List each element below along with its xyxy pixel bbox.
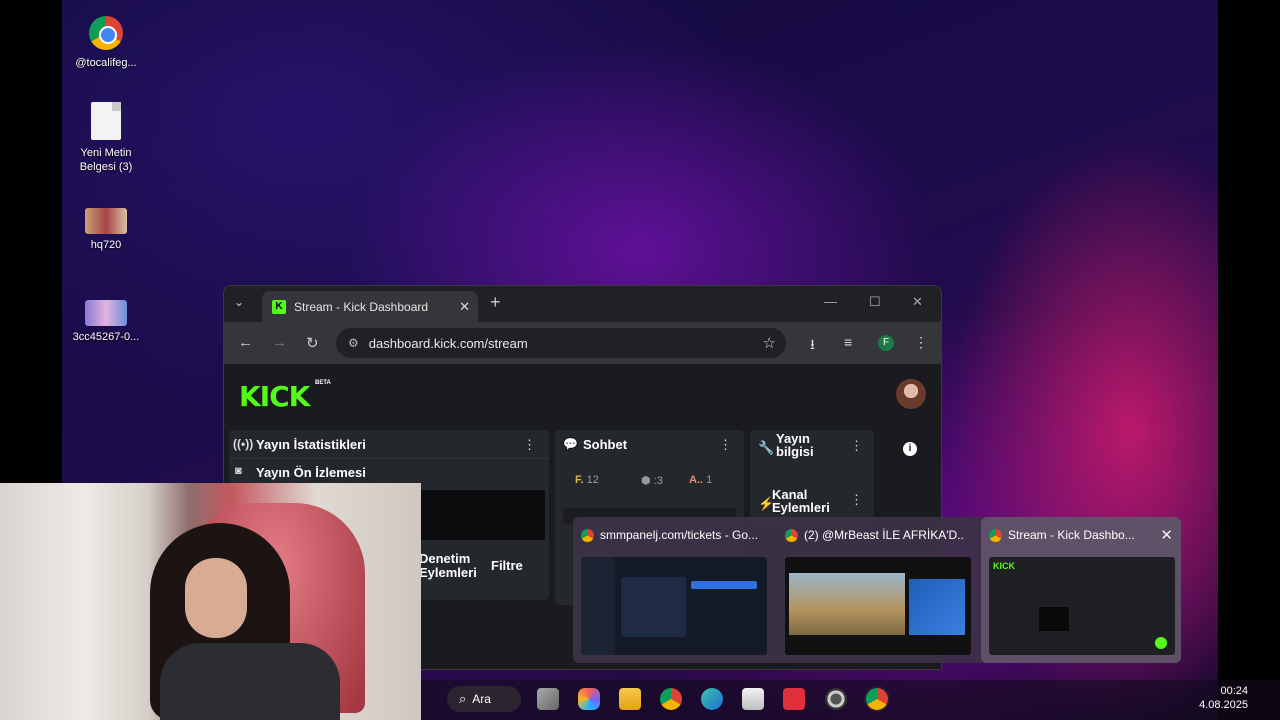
- forward-icon[interactable]: →: [272, 334, 287, 351]
- desktop-icon-tocalife[interactable]: @tocalifeg...: [61, 8, 151, 70]
- preview-icon: ◙: [235, 465, 242, 477]
- wrench-icon: 🔧: [758, 440, 775, 455]
- beta-badge: BETA: [315, 380, 331, 386]
- edge-icon[interactable]: [701, 688, 723, 710]
- panel-title-preview: Yayın Ön İzlemesi: [256, 465, 366, 480]
- desktop-icon-text-file[interactable]: Yeni Metin Belgesi (3): [61, 102, 151, 174]
- chip-name: A..: [689, 474, 704, 486]
- copilot-icon[interactable]: [578, 688, 600, 710]
- panel-title-info: Yayın bilgisi: [776, 431, 814, 459]
- reload-icon[interactable]: ↻: [306, 334, 319, 352]
- task-view-icon[interactable]: [537, 688, 559, 710]
- panel-title-stats: Yayın İstatistikleri: [256, 437, 366, 452]
- maximize-button[interactable]: ☐: [869, 294, 881, 310]
- chip-count: 3: [656, 475, 663, 487]
- chrome-profile-taskbar-icon[interactable]: [866, 688, 888, 710]
- chip-name: F.: [575, 474, 584, 486]
- switcher-item-smmpanel[interactable]: smmpanelj.com/tickets - Go...: [573, 517, 769, 663]
- url-text: dashboard.kick.com/stream: [368, 335, 528, 351]
- tab-search-icon[interactable]: ⌄: [234, 295, 244, 309]
- chrome-icon: [581, 528, 594, 542]
- new-tab-button[interactable]: +: [490, 292, 501, 313]
- file-explorer-icon[interactable]: [619, 688, 641, 710]
- tab-kick-dashboard[interactable]: K Stream - Kick Dashboard ✕: [262, 291, 478, 322]
- switcher-thumbnail: [581, 557, 767, 655]
- clock-date: 4.08.2025: [1199, 699, 1248, 711]
- system-clock[interactable]: 00:24 4.08.2025: [1199, 684, 1248, 712]
- search-label: Ara: [472, 692, 491, 706]
- user-avatar[interactable]: [896, 379, 926, 409]
- text-file-icon: [91, 102, 121, 140]
- info-icon[interactable]: i: [903, 442, 917, 456]
- kick-logo[interactable]: KICK: [239, 380, 310, 413]
- chat-user-chip[interactable]: ⬢ :3: [641, 474, 663, 487]
- image-file-icon: [85, 300, 127, 326]
- webcam-person-shirt: [160, 643, 340, 720]
- chrome-icon: [989, 528, 1002, 542]
- chrome-shortcut-icon: [89, 16, 123, 50]
- kebab-icon[interactable]: ⋮: [719, 437, 732, 453]
- back-icon[interactable]: ←: [238, 334, 253, 351]
- desktop-icon-label: 3cc45267-0...: [72, 331, 140, 343]
- switcher-thumbnail: KICK: [989, 557, 1175, 655]
- switcher-item-kick[interactable]: Stream - Kick Dashbo... ✕ KICK: [981, 517, 1181, 663]
- filter-button[interactable]: Filtre: [491, 558, 523, 573]
- desktop-icon-label: Yeni Metin Belgesi (3): [79, 147, 133, 173]
- stream-preview-video[interactable]: [419, 490, 545, 540]
- chrome-icon: [785, 528, 798, 542]
- switcher-thumbnail: [785, 557, 971, 655]
- bookmark-star-icon[interactable]: ☆: [763, 334, 776, 352]
- close-window-button[interactable]: ✕: [912, 294, 923, 310]
- tab-title: Stream - Kick Dashboard: [294, 299, 429, 314]
- profile-avatar[interactable]: F: [878, 335, 894, 351]
- switcher-title: Stream - Kick Dashbo...: [1008, 528, 1135, 542]
- screen-border-right: [1218, 0, 1280, 720]
- window-switcher: smmpanelj.com/tickets - Go... (2) @MrBea…: [573, 517, 1181, 663]
- clock-time: 00:24: [1220, 685, 1248, 697]
- kebab-icon[interactable]: ⋮: [850, 492, 863, 508]
- broadcast-icon: ((•)): [233, 437, 254, 451]
- wps-office-icon[interactable]: [783, 688, 805, 710]
- chrome-taskbar-icon[interactable]: [660, 688, 682, 710]
- panel-title-channel: Kanal Eylemleri: [772, 487, 830, 515]
- tab-close-icon[interactable]: ✕: [459, 299, 470, 315]
- switcher-title: smmpanelj.com/tickets - Go...: [600, 528, 759, 542]
- image-file-icon: [85, 208, 127, 234]
- divider: [229, 458, 549, 459]
- kick-thumb-logo: KICK: [993, 561, 1015, 571]
- panel-title-chat: Sohbet: [583, 437, 628, 452]
- chat-user-chip[interactable]: F. 12: [575, 474, 599, 486]
- kebab-icon[interactable]: ⋮: [850, 438, 863, 454]
- switcher-item-mrbeast[interactable]: (2) @MrBeast İLE AFRİKA'D...: [777, 517, 973, 663]
- switcher-title: (2) @MrBeast İLE AFRİKA'D...: [804, 528, 965, 542]
- desktop-icon-label: @tocalifeg...: [75, 57, 137, 69]
- browser-toolbar: ← → ↻ ⚙ dashboard.kick.com/stream ☆ ⭳ ≡ …: [224, 322, 941, 364]
- taskbar-search[interactable]: ⌕ Ara: [447, 686, 521, 712]
- webcam-overlay: [0, 483, 421, 720]
- obs-icon[interactable]: [825, 688, 847, 710]
- minimize-button[interactable]: —: [824, 294, 837, 309]
- search-icon: ⌕: [459, 691, 467, 706]
- download-icon[interactable]: ⭳: [810, 334, 815, 358]
- menu-kebab-icon[interactable]: ⋮: [914, 334, 928, 351]
- media-control-icon[interactable]: ≡: [844, 334, 852, 350]
- desktop-icon-hq720[interactable]: hq720: [61, 208, 151, 252]
- kick-favicon-icon: K: [272, 299, 286, 314]
- address-bar[interactable]: ⚙ dashboard.kick.com/stream ☆: [336, 328, 786, 358]
- chat-user-chip[interactable]: A.. 1: [689, 474, 712, 486]
- desktop-icon-label: hq720: [90, 239, 122, 251]
- switcher-close-icon[interactable]: ✕: [1160, 526, 1173, 544]
- chat-bubble-icon: 💬: [563, 437, 578, 451]
- site-info-icon[interactable]: ⚙: [348, 336, 359, 350]
- store-icon[interactable]: [742, 688, 764, 710]
- chip-count: 1: [706, 474, 713, 486]
- chip-count: 12: [586, 474, 599, 486]
- webcam-person-face: [185, 558, 247, 638]
- tab-strip: ⌄ K Stream - Kick Dashboard ✕ + — ☐ ✕: [224, 286, 941, 322]
- panel-title-moderation: Denetim Eylemleri: [419, 551, 477, 580]
- kebab-icon[interactable]: ⋮: [523, 437, 536, 453]
- desktop-icon-image[interactable]: 3cc45267-0...: [61, 300, 151, 344]
